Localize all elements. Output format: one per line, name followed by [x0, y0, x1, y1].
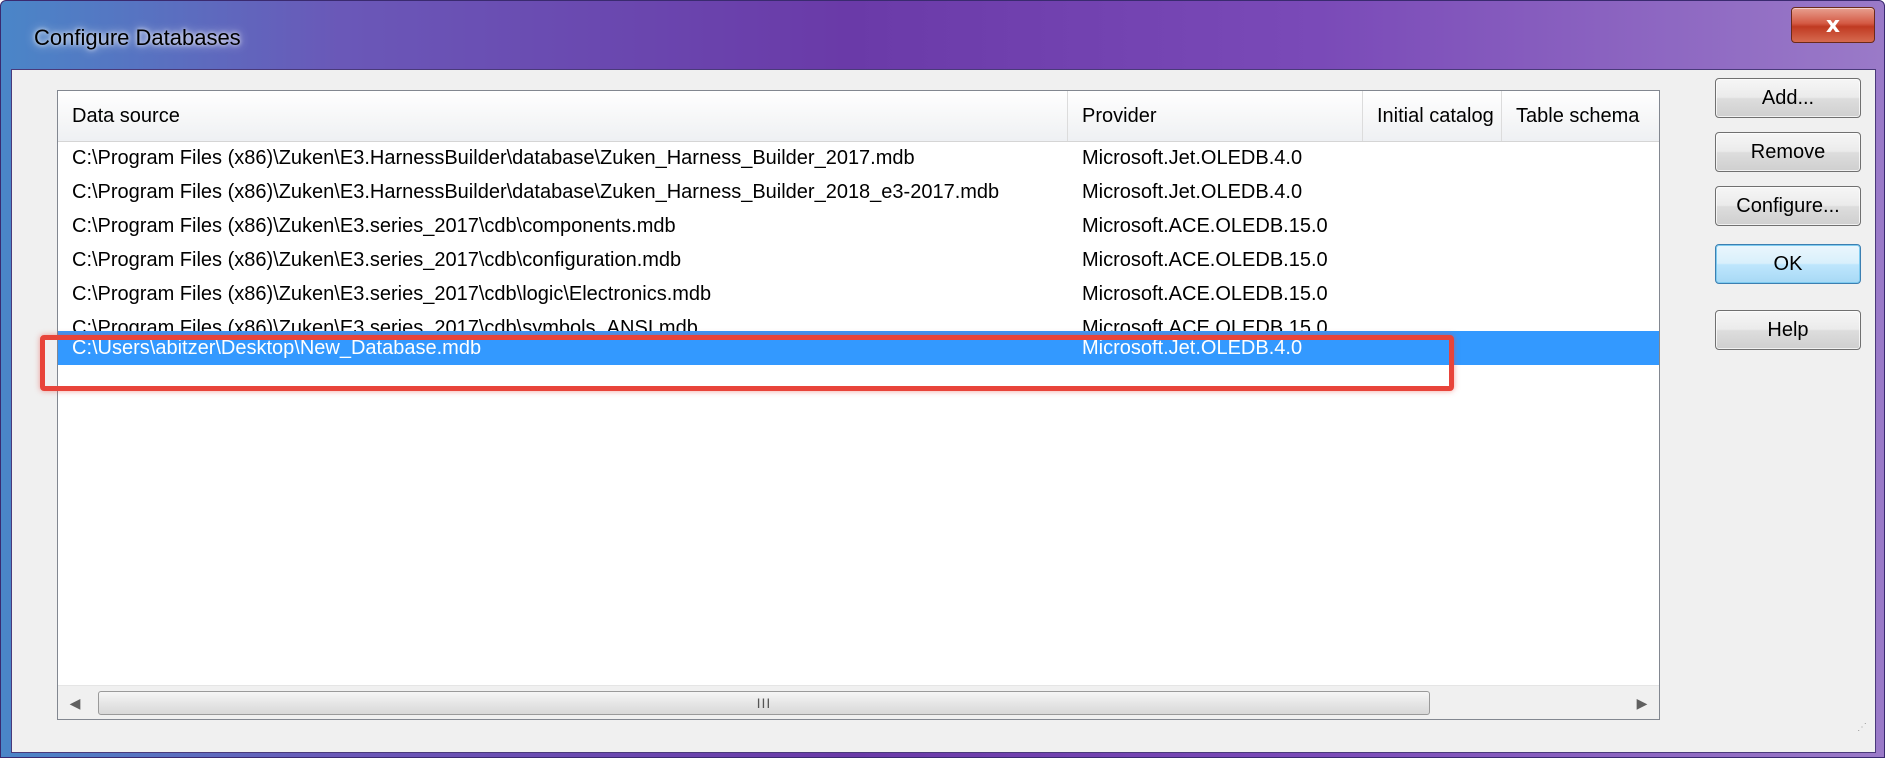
help-button[interactable]: Help	[1715, 310, 1861, 350]
provider-cell: Microsoft.ACE.OLEDB.15.0	[1082, 317, 1328, 331]
data-source-cell: C:\Users\abitzer\Desktop\New_Database.md…	[72, 337, 482, 359]
data-source-list[interactable]: Data source Provider Initial catalog Tab…	[57, 90, 1660, 720]
provider-cell: Microsoft.Jet.OLEDB.4.0	[1082, 181, 1303, 203]
provider-cell: Microsoft.ACE.OLEDB.15.0	[1082, 249, 1328, 271]
remove-button[interactable]: Remove	[1715, 132, 1861, 172]
table-row[interactable]: C:\Program Files (x86)\Zuken\E3.series_2…	[58, 243, 1659, 277]
column-header-data-source[interactable]: Data source	[58, 91, 1068, 141]
table-row[interactable]: C:\Program Files (x86)\Zuken\E3.HarnessB…	[58, 175, 1659, 209]
data-source-cell: C:\Program Files (x86)\Zuken\E3.HarnessB…	[72, 181, 1000, 203]
scrollbar-grip-icon: III	[756, 695, 772, 711]
scroll-left-icon[interactable]: ◀	[58, 686, 92, 719]
column-header-provider[interactable]: Provider	[1068, 91, 1363, 141]
table-row[interactable]: C:\Program Files (x86)\Zuken\E3.series_2…	[58, 311, 1659, 331]
provider-cell: Microsoft.Jet.OLEDB.4.0	[1082, 337, 1303, 359]
close-button[interactable]: x	[1791, 7, 1875, 43]
configure-button[interactable]: Configure...	[1715, 186, 1861, 226]
scrollbar-thumb[interactable]: III	[98, 691, 1430, 715]
provider-cell: Microsoft.ACE.OLEDB.15.0	[1082, 215, 1328, 237]
provider-cell: Microsoft.Jet.OLEDB.4.0	[1082, 147, 1303, 169]
table-row[interactable]: C:\Program Files (x86)\Zuken\E3.series_2…	[58, 277, 1659, 311]
column-header-initial-catalog[interactable]: Initial catalog	[1363, 91, 1502, 141]
resize-grip-icon[interactable]: ⋰	[1857, 723, 1873, 741]
table-row[interactable]: C:\Program Files (x86)\Zuken\E3.series_2…	[58, 209, 1659, 243]
ok-button[interactable]: OK	[1715, 244, 1861, 284]
horizontal-scrollbar[interactable]: ◀ III ▶	[58, 685, 1659, 719]
scroll-right-icon[interactable]: ▶	[1625, 686, 1659, 719]
data-source-cell: C:\Program Files (x86)\Zuken\E3.series_2…	[72, 249, 682, 271]
dialog-client-area: Data source Provider Initial catalog Tab…	[11, 69, 1876, 753]
configure-databases-window: Configure Databases x Data source Provid…	[0, 0, 1885, 758]
table-row-selected[interactable]: C:\Users\abitzer\Desktop\New_Database.md…	[58, 331, 1659, 365]
close-icon: x	[1825, 12, 1841, 38]
data-source-cell: C:\Program Files (x86)\Zuken\E3.HarnessB…	[72, 147, 915, 169]
window-title: Configure Databases	[34, 25, 241, 50]
add-button[interactable]: Add...	[1715, 78, 1861, 118]
data-source-cell: C:\Program Files (x86)\Zuken\E3.series_2…	[72, 215, 676, 237]
provider-cell: Microsoft.ACE.OLEDB.15.0	[1082, 283, 1328, 305]
data-source-cell: C:\Program Files (x86)\Zuken\E3.series_2…	[72, 283, 712, 305]
column-header-table-schema[interactable]: Table schema	[1502, 91, 1659, 141]
list-header: Data source Provider Initial catalog Tab…	[58, 91, 1659, 142]
data-source-cell: C:\Program Files (x86)\Zuken\E3.series_2…	[72, 317, 698, 331]
table-row[interactable]: C:\Program Files (x86)\Zuken\E3.HarnessB…	[58, 141, 1659, 175]
